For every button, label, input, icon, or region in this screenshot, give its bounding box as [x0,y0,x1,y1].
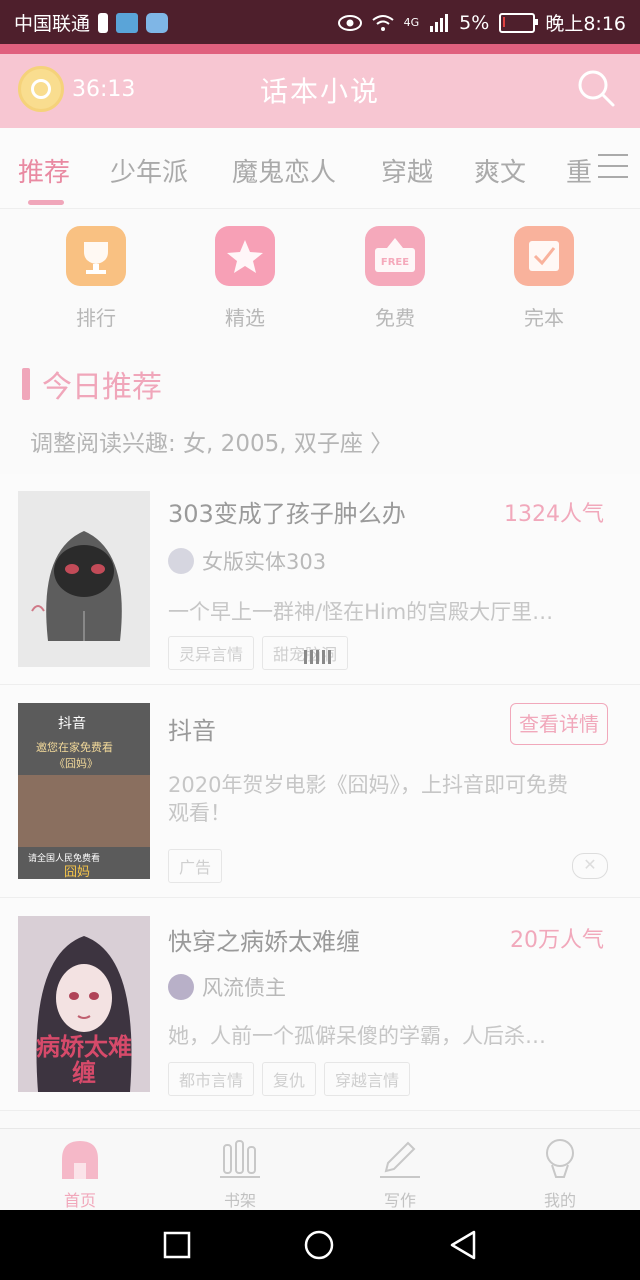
pen-icon [380,1141,420,1178]
nav-bookshelf[interactable]: 书架 [160,1137,320,1211]
search-icon[interactable] [576,68,616,108]
ad-card[interactable]: 抖音 邀您在家免费看 《囧妈》 请全国人民免费看 囧妈 抖音 查看详情 2020… [0,685,640,898]
status-bar: 中国联通 4G 5% 晚上8:16 [0,0,640,44]
section-title-text: 今日推荐 [42,370,162,405]
nav-write[interactable]: 写作 [320,1137,480,1211]
close-ad-icon[interactable]: ✕ [572,853,608,879]
carrier-label: 中国联通 [14,13,91,35]
nav-profile[interactable]: 我的 [480,1137,640,1211]
author-name: 女版实体303 [202,550,327,574]
author-row[interactable]: 女版实体303 [168,546,326,576]
adjust-interest-link[interactable]: 调整阅读兴趣: 女, 2005, 双子座 〉 [30,424,393,458]
recent-apps-icon[interactable] [162,1230,192,1260]
bottom-nav: 首页 书架 写作 我的 [0,1128,640,1211]
sim-alert-icon [98,12,109,33]
quick-link-free[interactable]: FREE 免费 [335,226,455,331]
author-name: 风流债主 [202,976,286,1000]
home-button-icon[interactable] [304,1230,334,1260]
view-details-button[interactable]: 查看详情 [510,703,608,745]
quick-link-selected[interactable]: 精选 [185,226,305,331]
tab-mogui-lianren[interactable]: 魔鬼恋人 [232,152,336,189]
tab-chuanyue[interactable]: 穿越 [381,152,433,189]
eye-icon [337,14,362,31]
checkbox-icon [514,226,574,286]
ad-cover-line2: 《囧妈》 [54,757,98,770]
book-description: 一个早上一群神/怪在Him的宫殿大厅里… [168,600,554,624]
tag-chip[interactable]: 复仇 [262,1062,317,1096]
section-heading: 今日推荐 [22,362,162,406]
cover-title-text: 病娇太难缠 [36,1032,132,1087]
book-title: 快穿之病娇太难缠 [168,928,360,956]
quick-link-label: 精选 [225,306,265,330]
app-title: 话本小说 [259,75,380,108]
app-notification-icon [146,12,169,33]
author-avatar [168,548,194,574]
tag-chip[interactable]: 都市言情 [168,1062,255,1096]
popularity-count: 20万人气 [510,928,604,953]
quick-link-completed[interactable]: 完本 [484,226,604,331]
quick-link-ranking[interactable]: 排行 [36,226,156,331]
trophy-icon [66,226,126,286]
app-header: 36:13 话本小说 [0,54,640,128]
category-tabs: 推荐 少年派 魔鬼恋人 穿越 爽文 重 [0,128,640,209]
quick-link-label: 完本 [524,306,564,330]
ad-tag-list: 广告 [168,849,223,883]
tag-chip[interactable]: 灵异言情 [168,636,255,670]
ad-cover-line1: 邀您在家免费看 [36,741,113,754]
nav-label: 首页 [63,1191,96,1210]
tag-list: 都市言情 复仇 穿越言情 [168,1062,411,1096]
tab-zhong[interactable]: 重 [566,152,592,189]
book-card[interactable]: 病娇太难缠 快穿之病娇太难缠 20万人气 风流债主 她，人前一个孤僻呆傻的学霸，… [0,898,640,1111]
ad-cover-image: 抖音 邀您在家免费看 《囧妈》 请全国人民免费看 囧妈 [18,703,150,879]
home-icon [62,1141,98,1179]
author-row[interactable]: 风流债主 [168,972,286,1002]
tab-shaonianpai[interactable]: 少年派 [110,152,188,189]
nav-label: 我的 [543,1191,576,1210]
quick-link-label: 排行 [76,306,116,330]
clock-time: 晚上8:16 [545,13,626,35]
battery-icon [499,12,539,33]
loading-indicator [304,650,331,664]
book-description: 她，人前一个孤僻呆傻的学霸，人后杀… [168,1024,546,1048]
ad-description-line1: 2020年贺岁电影《囧妈》，上抖音即可免费 [168,773,568,797]
star-icon [215,226,275,286]
ad-title: 抖音 [168,717,216,745]
tab-recommend[interactable]: 推荐 [18,152,70,189]
free-badge-text: FREE [381,257,409,268]
nav-home[interactable]: 首页 [0,1137,160,1211]
header-accent-line [0,44,640,54]
nav-label: 书架 [223,1191,256,1210]
network-type: 4G [403,16,420,29]
ad-cover-line4: 囧妈 [64,865,91,879]
book-cover-image: 病娇太难缠 [18,916,150,1092]
ad-cover-photo [18,775,150,847]
section-marker [22,368,30,400]
quick-link-label: 免费 [375,306,415,330]
book-cover-image [18,491,150,667]
profile-icon [546,1139,574,1178]
wifi-icon [372,14,394,31]
battery-percent: 5% [459,11,490,34]
ad-cover-brand: 抖音 [58,716,86,732]
tag-chip[interactable]: 穿越言情 [324,1062,411,1096]
back-icon[interactable] [448,1230,478,1260]
free-icon: FREE [365,226,425,286]
telegram-icon [116,12,139,33]
ad-description: 2020年贺岁电影《囧妈》，上抖音即可免费 观看！ [168,771,618,827]
system-nav-bar [0,1210,640,1280]
popularity-count: 1324人气 [504,502,604,527]
bookshelf-icon [220,1140,260,1178]
author-avatar [168,974,194,1000]
nav-label: 写作 [383,1191,416,1210]
tabs-menu-icon[interactable] [598,154,628,180]
active-tab-indicator [28,200,64,205]
signal-icon [430,13,449,32]
ad-label: 广告 [168,849,223,883]
tab-shuangwen[interactable]: 爽文 [474,152,526,189]
battery-fill [503,16,506,27]
book-title: 303变成了孩子肿么办 [168,500,406,528]
ad-description-line2: 观看！ [168,801,231,825]
